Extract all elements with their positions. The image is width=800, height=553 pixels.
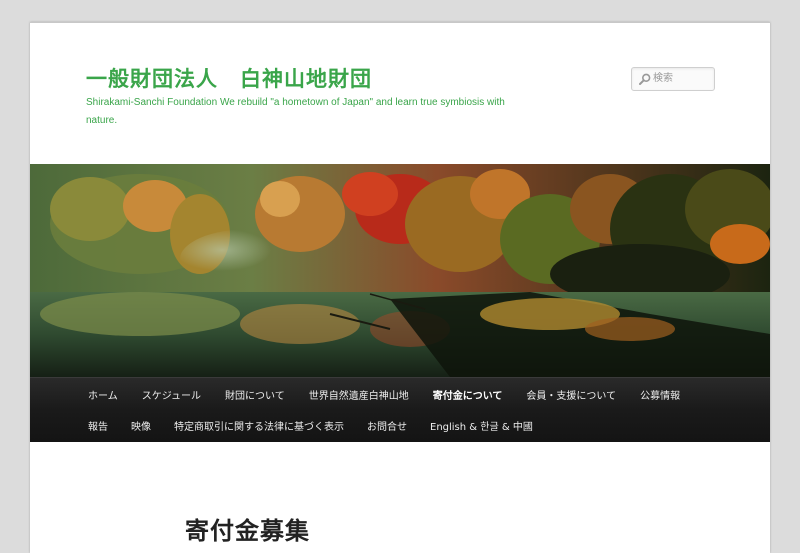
nav-item-donation[interactable]: 寄付金について [433, 387, 503, 402]
nav-item-contact[interactable]: お問合せ [367, 418, 407, 433]
nav-item-reports[interactable]: 報告 [88, 418, 108, 433]
search-box[interactable] [631, 67, 715, 91]
search-input[interactable] [653, 70, 711, 87]
header-image [30, 164, 770, 377]
site-description: Shirakami-Sanchi Foundation We rebuild "… [86, 97, 505, 126]
site-title[interactable]: 一般財団法人 白神山地財団 [86, 63, 372, 93]
nav-item-languages[interactable]: English & 한글 & 中國 [430, 418, 533, 433]
nav-item-public-offering[interactable]: 公募情報 [640, 387, 680, 402]
nav-item-membership[interactable]: 会員・支援について [526, 387, 616, 402]
nav-item-schedule[interactable]: スケジュール [142, 387, 201, 402]
nav-row-2: 報告 映像 特定商取引に関する法律に基づく表示 お問合せ English & 한… [88, 414, 556, 436]
search-icon [639, 73, 651, 85]
nav-item-about-foundation[interactable]: 財団について [225, 387, 285, 402]
nav-item-videos[interactable]: 映像 [131, 418, 151, 433]
entry-title: 寄付金募集 [185, 517, 310, 545]
nav-row-1: ホーム スケジュール 財団について 世界自然遺産白神山地 寄付金について 会員・… [88, 383, 704, 405]
nav-item-home[interactable]: ホーム [88, 387, 118, 402]
main-navigation: ホーム スケジュール 財団について 世界自然遺産白神山地 寄付金について 会員・… [30, 377, 770, 442]
nav-item-commercial-law[interactable]: 特定商取引に関する法律に基づく表示 [174, 418, 344, 433]
nav-item-world-heritage[interactable]: 世界自然遺産白神山地 [309, 387, 409, 402]
page-container: 一般財団法人 白神山地財団 Shirakami-Sanchi Foundatio… [30, 22, 770, 553]
